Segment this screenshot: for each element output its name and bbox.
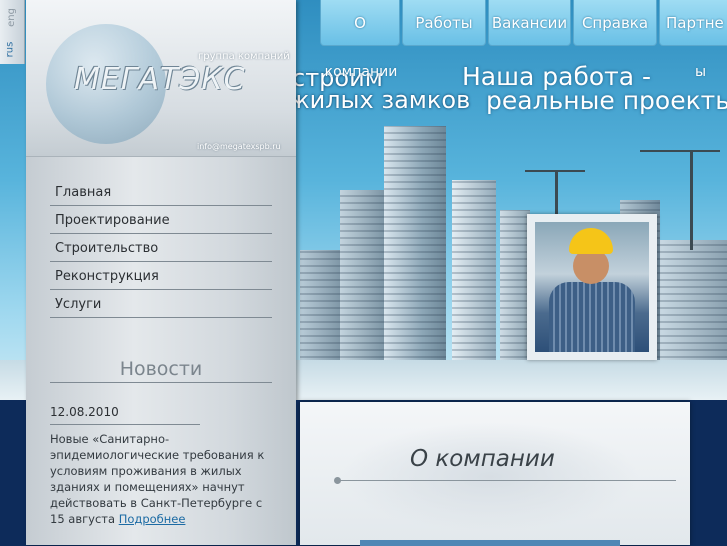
nav-item-works[interactable]: Работы (402, 0, 486, 46)
menu-item-reconstruction[interactable]: Реконструкция (50, 262, 272, 290)
divider (334, 477, 676, 484)
news-more-link[interactable]: Подробнее (119, 512, 186, 526)
menu-item-design[interactable]: Проектирование (50, 206, 272, 234)
building (384, 126, 446, 400)
nav-item-about-label: О (354, 13, 366, 32)
top-nav: О компании Работы Вакансии Справка Партн… (320, 0, 727, 80)
left-panel: МЕГАТЭКС группа компаний info@megatexspb… (26, 0, 296, 545)
news-date: 12.08.2010 (50, 405, 200, 425)
logo[interactable]: МЕГАТЭКС (74, 62, 246, 97)
news-heading: Новости (50, 358, 272, 383)
logo-tagline: группа компаний (198, 51, 290, 62)
nav-item-about-overflow: компании (324, 64, 398, 80)
nav-item-partners-overflow: ы (695, 64, 707, 80)
menu-item-services[interactable]: Услуги (50, 290, 272, 318)
crane (640, 150, 720, 250)
worker-photo (527, 214, 657, 360)
slogan-right: Наша работа - реальные проекты (462, 62, 727, 115)
language-switcher: eng rus (0, 0, 25, 64)
nav-item-partners[interactable]: Партне (659, 0, 727, 46)
menu-item-construction[interactable]: Строительство (50, 234, 272, 262)
email-link[interactable]: info@megatexspb.ru (197, 142, 281, 151)
menu-item-home[interactable]: Главная (50, 178, 272, 206)
slogan-left-line2: жилых замков (288, 86, 471, 114)
content-heading: О компании (410, 446, 555, 472)
side-menu: Главная Проектирование Строительство Рек… (50, 178, 272, 318)
lang-rus[interactable]: rus (4, 42, 15, 58)
nav-item-reference[interactable]: Справка (573, 0, 657, 46)
lang-eng[interactable]: eng (6, 8, 17, 27)
nav-item-about[interactable]: О компании (320, 0, 400, 80)
slogan-right-line2: реальные проекты (486, 86, 727, 115)
nav-item-vacancies[interactable]: Вакансии (488, 0, 571, 46)
content-image (360, 540, 620, 546)
main-content: О компании (300, 402, 690, 546)
logo-area: МЕГАТЭКС группа компаний info@megatexspb… (26, 0, 296, 157)
news-item: Новые «Санитарно-эпидемиологические треб… (50, 431, 272, 527)
